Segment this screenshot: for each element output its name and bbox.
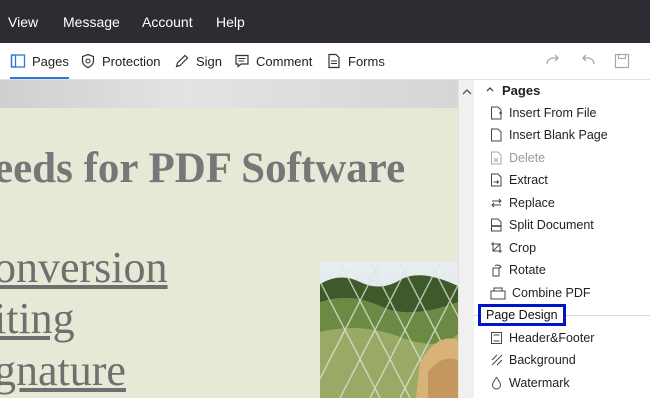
document-heading: eeds for PDF Software [0,145,406,192]
row-label: Rotate [509,263,546,277]
watermark-button[interactable]: Watermark [490,372,570,394]
photo-image [320,262,458,398]
tab-label: Pages [32,53,69,69]
document-photo [320,262,458,398]
redo-icon[interactable] [544,52,562,70]
tab-sign[interactable]: Sign [174,43,222,79]
split-document-button[interactable]: Split Document [490,214,594,236]
document-bullet-3: gnature [0,346,126,395]
pen-icon [175,54,189,68]
rotate-button[interactable]: Rotate [490,259,546,281]
split-icon [491,218,502,232]
replace-button[interactable]: Replace [490,192,555,214]
row-label: Crop [509,241,537,255]
ribbon-tab-bar: Pages Protection Sign Comment Forms [0,43,650,80]
insert-file-icon [491,106,502,120]
save-icon[interactable] [613,52,631,70]
vertical-scrollbar[interactable] [458,80,474,398]
row-label: Extract [509,173,548,187]
tab-label: Forms [348,53,385,69]
undo-icon[interactable] [579,52,597,70]
row-label: Insert From File [509,106,597,120]
shield-icon [81,53,95,69]
crop-button[interactable]: Crop [490,237,536,259]
combine-icon [490,287,506,300]
tab-protection[interactable]: Protection [80,43,161,79]
pages-tool-panel: Pages Insert From File Insert Blank Page… [474,80,650,398]
document-bullet-1: onversion [0,243,168,292]
row-label: Combine PDF [512,286,591,300]
row-label: Split Document [509,218,594,232]
crop-icon [491,242,502,253]
row-label: Delete [509,151,546,165]
delete-page-button[interactable]: Delete [490,147,545,169]
menu-bar: View Message Account Help [0,0,650,43]
tab-label: Protection [102,53,161,69]
menu-help[interactable]: Help [216,13,245,31]
pages-icon [10,54,26,68]
replace-icon [491,198,502,208]
row-label: Background [509,353,576,367]
document-bullet-2: iting [0,294,75,343]
menu-message[interactable]: Message [63,13,120,31]
pages-section-title: Pages [502,82,541,98]
comment-icon [235,54,249,68]
header-footer-button[interactable]: Header&Footer [490,327,594,349]
insert-from-file-button[interactable]: Insert From File [490,102,597,124]
menu-view[interactable]: View [8,13,38,31]
insert-blank-page-button[interactable]: Insert Blank Page [490,124,608,146]
page-design-section-header[interactable]: Page Design [478,304,566,326]
page-top-strip [0,80,458,108]
tab-label: Comment [256,53,313,69]
row-label: Watermark [509,376,570,390]
tab-comment[interactable]: Comment [234,43,312,79]
form-icon [328,53,340,69]
combine-pdf-button[interactable]: Combine PDF [490,282,591,304]
pages-section-header[interactable]: Pages [486,80,540,100]
extract-icon [491,173,502,187]
watermark-icon [491,376,502,390]
header-footer-icon [491,332,502,344]
blank-page-icon [491,128,502,142]
row-label: Replace [509,196,555,210]
collapse-chevron-icon [486,87,494,92]
tab-forms[interactable]: Forms [326,43,385,79]
scroll-up-icon[interactable] [462,88,472,96]
row-label: Insert Blank Page [509,128,608,142]
menu-account[interactable]: Account [142,13,193,31]
background-button[interactable]: Background [490,349,576,371]
delete-page-icon [491,151,502,165]
tab-label: Sign [196,53,223,69]
row-label: Header&Footer [509,331,595,345]
extract-button[interactable]: Extract [490,169,548,191]
tab-pages[interactable]: Pages [10,43,69,79]
rotate-icon [492,264,502,277]
background-icon [491,354,503,366]
document-canvas[interactable]: eeds for PDF Software onversion iting gn… [0,80,458,398]
